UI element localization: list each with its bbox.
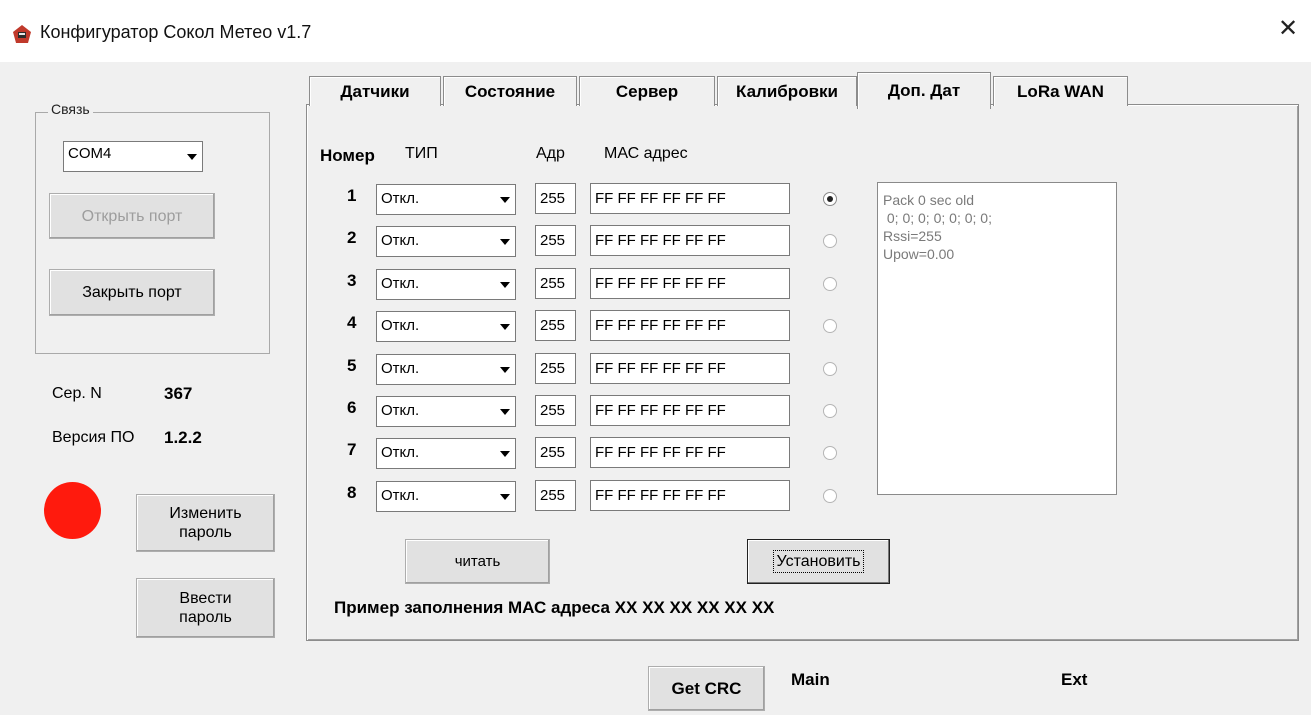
sensor-mac-input[interactable]: FF FF FF FF FF FF — [590, 268, 790, 299]
sensor-select-radio[interactable] — [823, 362, 837, 376]
set-button-label: Установить — [772, 550, 865, 573]
port-select[interactable]: COM4 — [63, 141, 203, 172]
sensor-type-select[interactable]: Откл. — [376, 438, 516, 469]
row-number: 2 — [347, 228, 357, 247]
tab-status[interactable]: Состояние — [443, 76, 577, 106]
row-number: 6 — [347, 398, 357, 417]
mac-example-text: Пример заполнения МАС адреса XX XX XX XX… — [334, 598, 775, 617]
ext-label: Ext — [1061, 670, 1088, 689]
tab-server[interactable]: Сервер — [579, 76, 715, 106]
header-addr: Адр — [536, 145, 565, 162]
port-select-value: COM4 — [68, 145, 112, 162]
main-label: Main — [791, 670, 830, 689]
chevron-down-icon[interactable] — [495, 483, 514, 510]
tab-calibrations[interactable]: Калибровки — [717, 76, 857, 106]
firmware-value: 1.2.2 — [164, 428, 202, 447]
chevron-down-icon[interactable] — [495, 313, 514, 340]
chevron-down-icon[interactable] — [495, 186, 514, 213]
sensor-type-value: Откл. — [381, 487, 420, 504]
sensor-addr-input[interactable]: 255 — [535, 183, 576, 214]
row-number: 5 — [347, 356, 357, 375]
sensor-type-select[interactable]: Откл. — [376, 396, 516, 427]
sensor-select-radio[interactable] — [823, 319, 837, 333]
chevron-down-icon[interactable] — [495, 228, 514, 255]
sensor-type-value: Откл. — [381, 444, 420, 461]
sensor-addr-input[interactable]: 255 — [535, 437, 576, 468]
tab-lora-wan[interactable]: LoRa WAN — [993, 76, 1128, 106]
chevron-down-icon[interactable] — [495, 271, 514, 298]
app-logo-icon — [12, 24, 32, 44]
sensor-addr-input[interactable]: 255 — [535, 310, 576, 341]
sensor-mac-input[interactable]: FF FF FF FF FF FF — [590, 437, 790, 468]
sensor-type-select[interactable]: Откл. — [376, 311, 516, 342]
sensor-select-radio[interactable] — [823, 234, 837, 248]
close-port-button[interactable]: Закрыть порт — [49, 269, 215, 316]
status-indicator — [44, 482, 101, 539]
sensor-mac-input[interactable]: FF FF FF FF FF FF — [590, 183, 790, 214]
sensor-addr-input[interactable]: 255 — [535, 480, 576, 511]
sensor-type-select[interactable]: Откл. — [376, 354, 516, 385]
close-icon[interactable]: ✕ — [1277, 17, 1299, 41]
row-number: 8 — [347, 483, 357, 502]
sensor-addr-input[interactable]: 255 — [535, 225, 576, 256]
sensor-select-radio[interactable] — [823, 446, 837, 460]
window-title: Конфигуратор Сокол Метео v1.7 — [40, 22, 312, 42]
chevron-down-icon[interactable] — [182, 143, 201, 170]
sensor-type-select[interactable]: Откл. — [376, 269, 516, 300]
sensor-type-value: Откл. — [381, 402, 420, 419]
row-number: 3 — [347, 271, 357, 290]
serial-value: 367 — [164, 384, 193, 403]
header-number: Номер — [320, 146, 375, 165]
radio-dot — [827, 196, 833, 202]
sensor-type-value: Откл. — [381, 275, 420, 292]
sensor-type-value: Откл. — [381, 232, 420, 249]
set-button[interactable]: Установить — [747, 539, 890, 584]
read-button[interactable]: читать — [405, 539, 550, 584]
sensor-mac-input[interactable]: FF FF FF FF FF FF — [590, 480, 790, 511]
sensor-addr-input[interactable]: 255 — [535, 353, 576, 384]
sensor-type-value: Откл. — [381, 317, 420, 334]
tab-extra-sensors[interactable]: Доп. Дат — [857, 72, 991, 109]
chevron-down-icon[interactable] — [495, 440, 514, 467]
sensor-type-value: Откл. — [381, 190, 420, 207]
header-type: ТИП — [405, 145, 438, 162]
chevron-down-icon[interactable] — [495, 398, 514, 425]
sensor-type-select[interactable]: Откл. — [376, 184, 516, 215]
firmware-label: Версия ПО — [52, 429, 135, 446]
row-number: 1 — [347, 186, 357, 205]
sensor-type-select[interactable]: Откл. — [376, 226, 516, 257]
row-number: 4 — [347, 313, 357, 332]
packet-info-box: Pack 0 sec old 0; 0; 0; 0; 0; 0; 0; Rssi… — [877, 182, 1117, 495]
header-mac: МАС адрес — [604, 145, 688, 162]
sensor-mac-input[interactable]: FF FF FF FF FF FF — [590, 310, 790, 341]
sensor-select-radio[interactable] — [823, 489, 837, 503]
sensor-select-radio[interactable] — [823, 404, 837, 418]
sensor-addr-input[interactable]: 255 — [535, 268, 576, 299]
serial-label: Сер. N — [52, 385, 102, 402]
sensor-select-radio[interactable] — [823, 277, 837, 291]
connection-group-label: Связь — [48, 101, 93, 117]
sensor-mac-input[interactable]: FF FF FF FF FF FF — [590, 395, 790, 426]
sensor-addr-input[interactable]: 255 — [535, 395, 576, 426]
tab-sensors[interactable]: Датчики — [309, 76, 441, 106]
sensor-mac-input[interactable]: FF FF FF FF FF FF — [590, 225, 790, 256]
row-number: 7 — [347, 440, 357, 459]
enter-password-button[interactable]: Ввести пароль — [136, 578, 275, 638]
sensor-type-select[interactable]: Откл. — [376, 481, 516, 512]
open-port-button[interactable]: Открыть порт — [49, 193, 215, 239]
chevron-down-icon[interactable] — [495, 356, 514, 383]
sensor-select-radio[interactable] — [823, 192, 837, 206]
get-crc-button[interactable]: Get CRC — [648, 666, 765, 711]
change-password-button[interactable]: Изменить пароль — [136, 494, 275, 552]
sensor-mac-input[interactable]: FF FF FF FF FF FF — [590, 353, 790, 384]
sensor-type-value: Откл. — [381, 360, 420, 377]
